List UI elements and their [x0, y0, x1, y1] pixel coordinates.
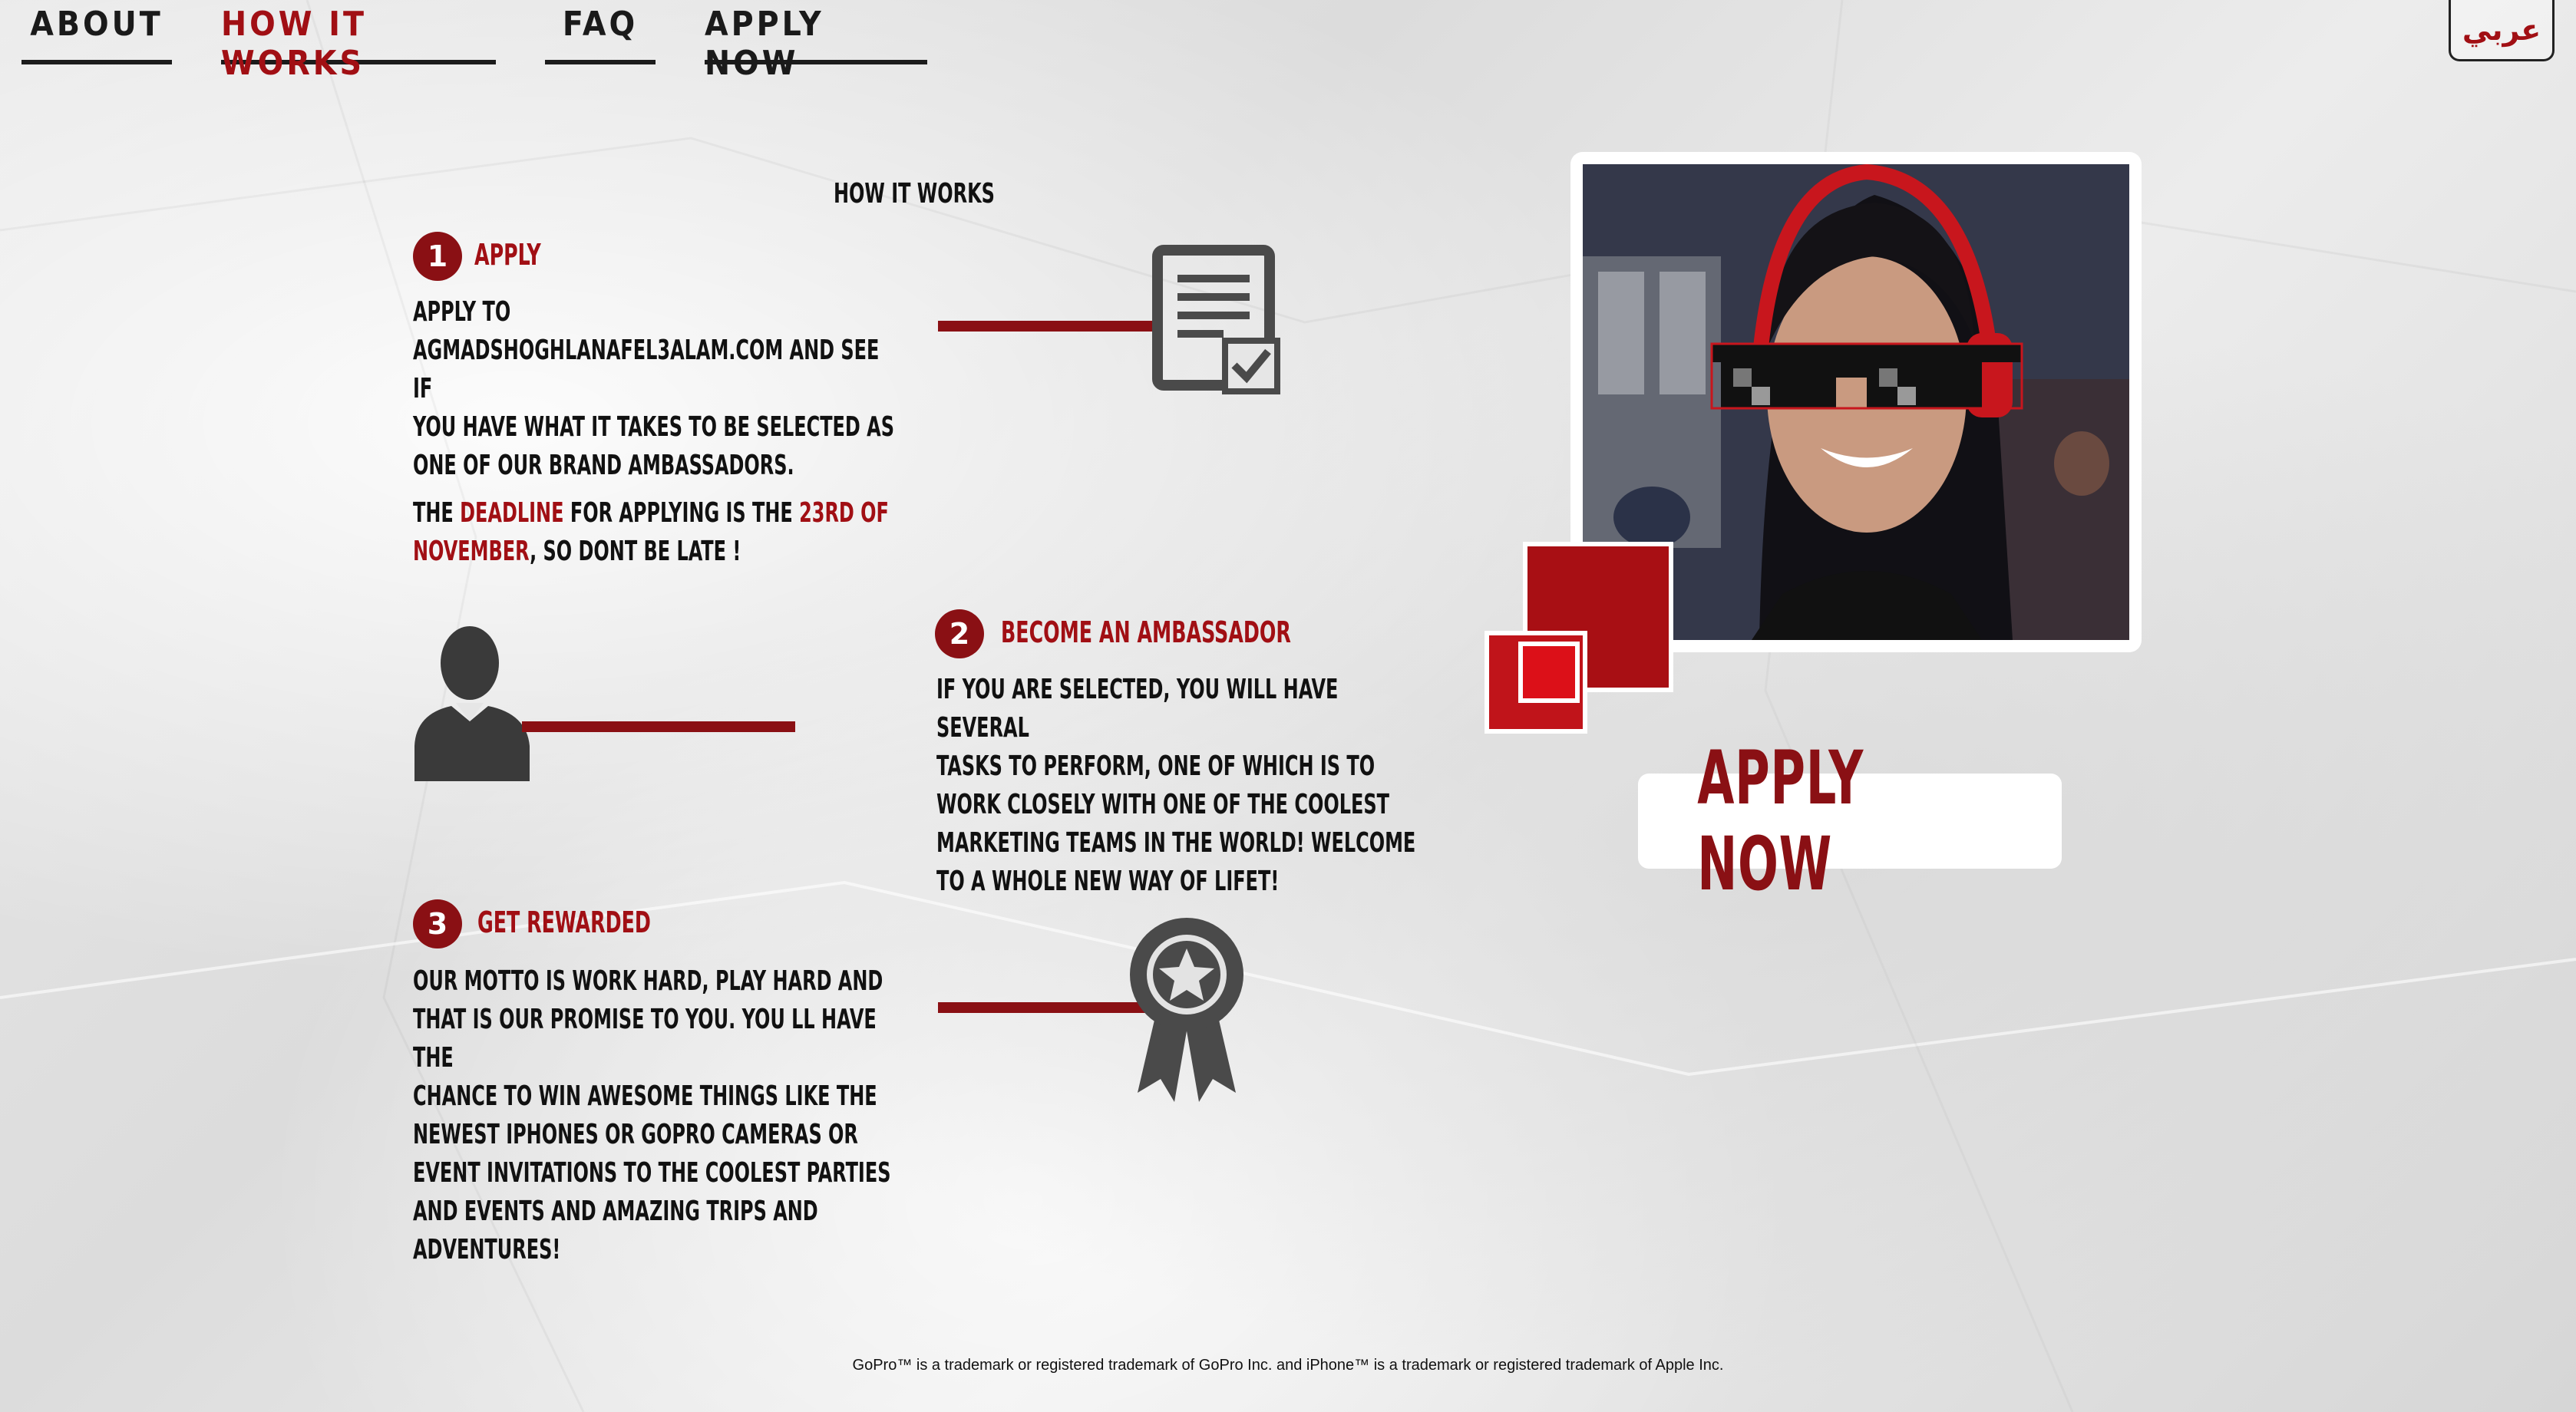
language-toggle-button[interactable]: عربي	[2449, 0, 2555, 61]
nav-apply-now[interactable]: APPLY NOW	[705, 0, 927, 83]
step-1-deadline: THE DEADLINE FOR APPLYING IS THE 23RD OF…	[413, 497, 889, 567]
top-nav: ABOUT HOW IT WORKS FAQ APPLY NOW عربي	[0, 0, 2576, 83]
nav-faq[interactable]: FAQ	[545, 0, 656, 64]
award-ribbon-icon	[1130, 918, 1243, 1102]
step-2-connector	[522, 721, 795, 732]
step-3-connector	[938, 1002, 1161, 1013]
section-title: HOW IT WORKS	[834, 178, 995, 209]
nav-how-it-works[interactable]: HOW IT WORKS	[221, 0, 496, 83]
apply-now-button[interactable]: APPLY NOW	[1638, 735, 2062, 907]
step-3-heading: GET REWARDED	[477, 906, 651, 939]
step-1-connector	[938, 321, 1161, 332]
step-3-badge: 3	[413, 899, 462, 948]
nav-about[interactable]: ABOUT	[21, 0, 172, 64]
step-2-heading: BECOME AN AMBASSADOR	[1001, 615, 1291, 649]
step-2-badge: 2	[935, 609, 984, 658]
step-3-body: OUR MOTTO IS WORK HARD, PLAY HARD AND TH…	[413, 965, 891, 1265]
decorative-square-inner	[1518, 642, 1580, 703]
pixel-sunglasses	[1710, 342, 2023, 410]
person-silhouette-icon	[414, 626, 530, 781]
trademark-footer: GoPro™ is a trademark or registered trad…	[852, 1357, 1724, 1374]
step-1-heading: APPLY	[474, 238, 541, 272]
step-1-body: APPLY TO AGMADSHOGHLANAFEL3ALAM.COM AND …	[413, 296, 894, 481]
step-1-badge: 1	[413, 232, 462, 281]
document-check-icon	[1152, 245, 1280, 394]
step-2-body: IF YOU ARE SELECTED, YOU WILL HAVE SEVER…	[936, 674, 1416, 897]
